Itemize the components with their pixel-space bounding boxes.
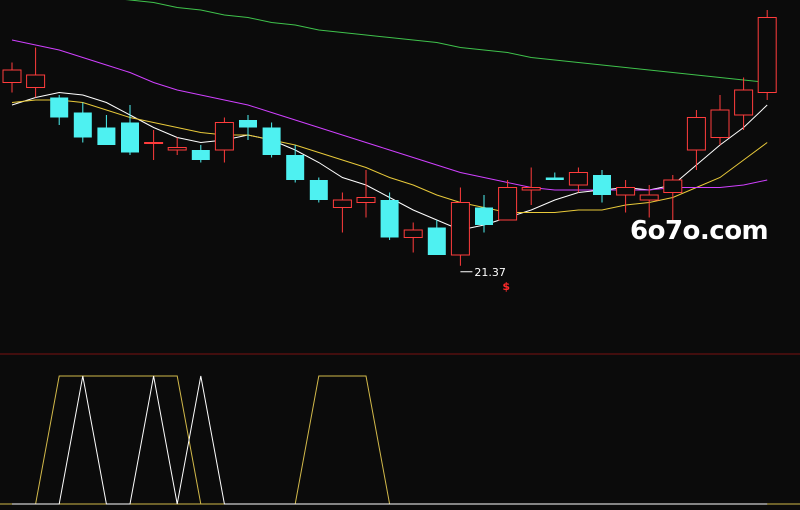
- candle-body: [167, 147, 187, 151]
- candle-body: [686, 117, 706, 151]
- signal-marker: $: [502, 280, 510, 293]
- candle-body: [568, 172, 588, 186]
- candle-body: [498, 187, 518, 221]
- candle-body: [521, 187, 541, 191]
- candle-body: [26, 74, 46, 88]
- chart-background: [0, 0, 800, 510]
- candle-body: [356, 197, 376, 203]
- candle-body: [73, 112, 92, 138]
- candle-body: [427, 227, 446, 255]
- candle-body: [403, 229, 423, 238]
- candle-13: [309, 177, 328, 203]
- candle-body: [332, 199, 352, 208]
- candle-body: [239, 120, 257, 128]
- candle-body: [121, 122, 139, 153]
- candle-body: [663, 179, 683, 193]
- candle-body: [214, 122, 234, 151]
- candle-body: [734, 89, 754, 116]
- candle-body: [262, 127, 281, 155]
- candle-body: [286, 155, 305, 180]
- candle-body: [475, 207, 493, 225]
- candle-32: [757, 10, 777, 100]
- candlestick-chart: 21.37 $: [0, 0, 800, 510]
- candle-body: [309, 180, 328, 200]
- candle-body: [450, 202, 470, 256]
- candle-body: [710, 109, 730, 138]
- candle-body: [97, 127, 116, 145]
- candle-body: [2, 69, 22, 83]
- candle-body: [191, 150, 210, 160]
- candle-body: [593, 175, 611, 195]
- watermark: 6o7o.com: [630, 216, 769, 246]
- candle-body: [380, 200, 399, 238]
- candle-body: [50, 97, 69, 118]
- candle-body: [757, 17, 777, 93]
- low-price-label: 21.37: [474, 266, 506, 279]
- candle-body: [545, 177, 564, 180]
- candle-11: [262, 122, 281, 158]
- candle-body: [616, 187, 636, 196]
- candle-body: [144, 142, 164, 144]
- candle-body: [639, 194, 659, 201]
